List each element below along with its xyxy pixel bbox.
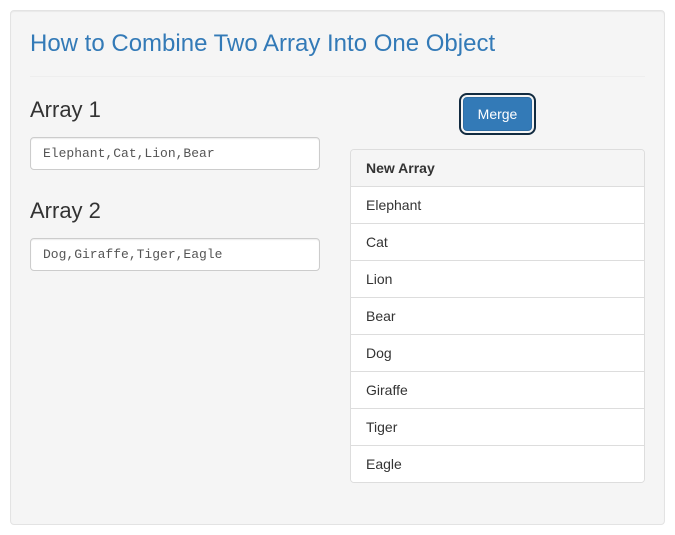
input-column: Array 1 Array 2 — [30, 97, 320, 483]
page-title: How to Combine Two Array Into One Object — [30, 30, 645, 58]
list-item: Bear — [351, 298, 644, 335]
array1-input[interactable] — [30, 137, 320, 170]
list-item: Cat — [351, 224, 644, 261]
content-row: Array 1 Array 2 Merge New Array Elephant… — [30, 97, 645, 483]
array2-label: Array 2 — [30, 198, 320, 224]
list-item: Elephant — [351, 187, 644, 224]
list-item: Lion — [351, 261, 644, 298]
array1-label: Array 1 — [30, 97, 320, 123]
merge-button[interactable]: Merge — [463, 97, 533, 131]
list-item: Dog — [351, 335, 644, 372]
result-header: New Array — [351, 150, 644, 187]
list-item: Eagle — [351, 446, 644, 482]
array2-section: Array 2 — [30, 198, 320, 271]
list-item: Giraffe — [351, 372, 644, 409]
result-list: New Array Elephant Cat Lion Bear Dog Gir… — [350, 149, 645, 483]
result-column: Merge New Array Elephant Cat Lion Bear D… — [350, 97, 645, 483]
divider — [30, 76, 645, 77]
main-panel: How to Combine Two Array Into One Object… — [10, 10, 665, 525]
array2-input[interactable] — [30, 238, 320, 271]
button-row: Merge — [350, 97, 645, 131]
array1-section: Array 1 — [30, 97, 320, 170]
list-item: Tiger — [351, 409, 644, 446]
